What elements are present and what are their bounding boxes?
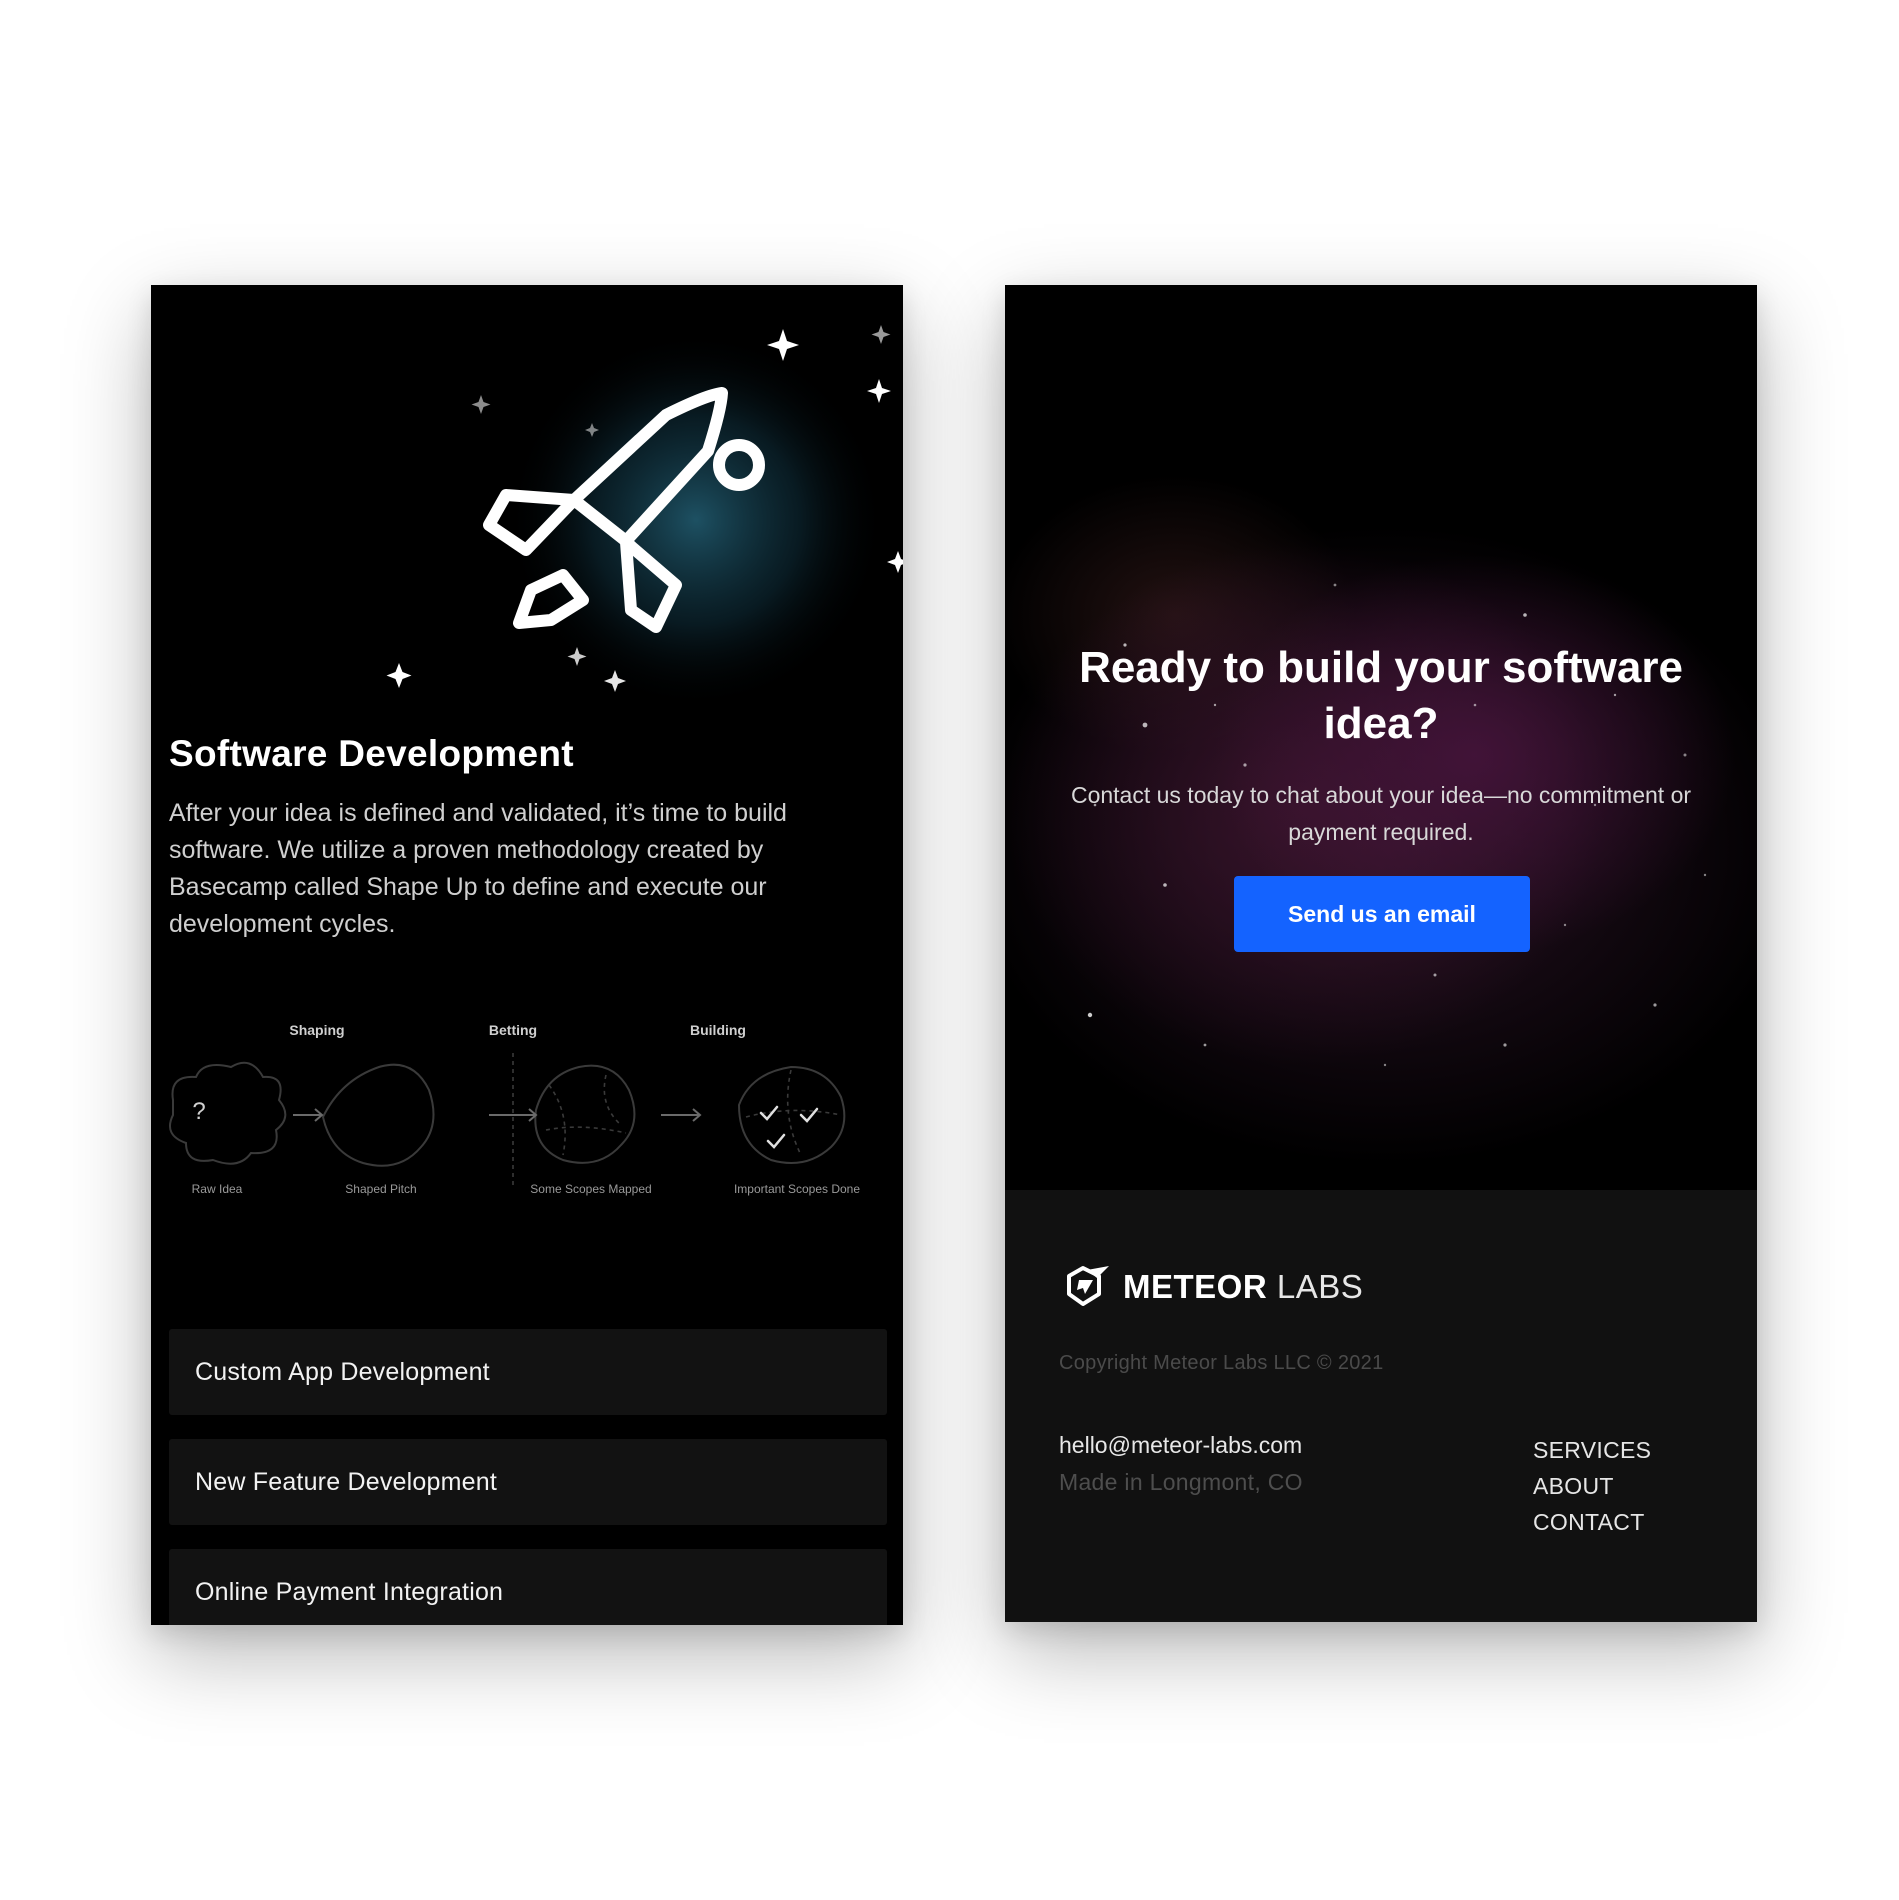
- phase-label-betting: Betting: [489, 1022, 537, 1038]
- arrow-right-icon: [293, 1108, 702, 1122]
- service-item-custom-app[interactable]: Custom App Development: [169, 1329, 887, 1415]
- cta-subtitle: Contact us today to chat about your idea…: [1070, 782, 1692, 845]
- contact-screen: Ready to build your software idea? Conta…: [1005, 285, 1757, 1622]
- meteor-labs-logo[interactable]: METEOR LABS: [1059, 1264, 1363, 1310]
- contact-email-link[interactable]: hello@meteor-labs.com: [1059, 1432, 1302, 1459]
- section-description: After your idea is defined and validated…: [169, 799, 787, 938]
- location-text: Made in Longmont, CO: [1059, 1469, 1303, 1495]
- send-email-button[interactable]: Send us an email: [1234, 876, 1530, 952]
- cta-title: Ready to build your software idea?: [1079, 643, 1683, 748]
- service-item-payment-integration[interactable]: Online Payment Integration: [169, 1549, 887, 1625]
- question-mark: ?: [192, 1098, 205, 1125]
- footer-nav-about[interactable]: ABOUT: [1533, 1468, 1651, 1504]
- footer: METEOR LABS Copyright Meteor Labs LLC © …: [1005, 1190, 1757, 1622]
- stage-label-important-scopes-done: Important Scopes Done: [734, 1182, 860, 1196]
- logo-text-meteor: METEOR: [1123, 1268, 1268, 1305]
- stage-label-shaped-pitch: Shaped Pitch: [345, 1182, 416, 1196]
- rocket-hero-illustration: [386, 325, 903, 710]
- phase-label-building: Building: [690, 1022, 746, 1038]
- footer-nav-contact[interactable]: CONTACT: [1533, 1504, 1651, 1540]
- phase-label-shaping: Shaping: [289, 1022, 344, 1038]
- stage-label-raw-idea: Raw Idea: [192, 1182, 243, 1196]
- footer-nav-services[interactable]: SERVICES: [1533, 1432, 1651, 1468]
- footer-nav: SERVICES ABOUT CONTACT: [1533, 1432, 1651, 1540]
- shaped-pitch-shape: [321, 1063, 435, 1167]
- some-scopes-mapped-shape: [534, 1064, 636, 1164]
- logo-text-labs: LABS: [1276, 1268, 1364, 1305]
- section-title: Software Development: [169, 733, 574, 774]
- shape-up-diagram: Shaping Betting Building ? Raw Idea Shap…: [169, 1022, 860, 1196]
- software-development-screen: Software Development After your idea is …: [151, 285, 903, 1625]
- copyright-text: Copyright Meteor Labs LLC © 2021: [1059, 1352, 1384, 1374]
- cta-section: Ready to build your software idea? Conta…: [1005, 285, 1757, 1190]
- raw-idea-shape: [169, 1061, 287, 1165]
- service-item-new-feature[interactable]: New Feature Development: [169, 1439, 887, 1525]
- stage-label-some-scopes-mapped: Some Scopes Mapped: [530, 1182, 651, 1196]
- meteor-logo-icon: [1067, 1266, 1109, 1306]
